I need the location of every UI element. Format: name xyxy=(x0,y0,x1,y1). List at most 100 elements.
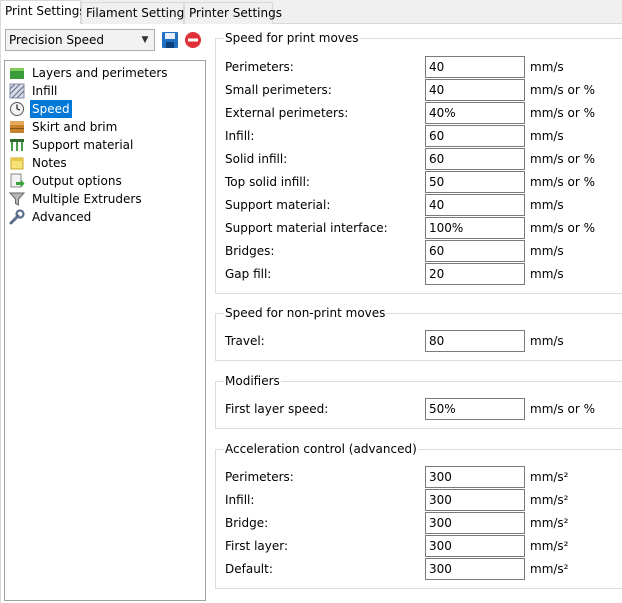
layers-icon xyxy=(10,68,24,79)
unit-label: mm/s² xyxy=(530,539,569,553)
unit-label: mm/s or % xyxy=(530,83,595,97)
speed-icon xyxy=(10,102,24,116)
tab-print-settings[interactable]: Print Settings xyxy=(0,0,86,25)
funnel-icon xyxy=(9,192,25,206)
tab-printer-settings[interactable]: Printer Settings xyxy=(184,2,282,24)
field-label: First layer speed: xyxy=(225,402,329,416)
group-speed-print-moves: Speed for print moves Perimeters: 40 mm/… xyxy=(215,30,622,294)
tree-item-label: Infill xyxy=(32,84,58,98)
field-label: Travel: xyxy=(225,334,265,348)
field-label: Default: xyxy=(225,562,273,576)
row-solid-infill-speed: Solid infill: 60 mm/s or % xyxy=(216,148,622,170)
infill-acceleration-input[interactable]: 300 xyxy=(425,489,525,511)
field-label: Perimeters: xyxy=(225,470,294,484)
field-label: Support material interface: xyxy=(225,221,388,235)
field-label: Bridges: xyxy=(225,244,275,258)
tree-item-label: Speed xyxy=(30,100,72,118)
row-infill-speed: Infill: 60 mm/s xyxy=(216,125,622,147)
field-label: Top solid infill: xyxy=(225,175,310,189)
field-label: Solid infill: xyxy=(225,152,288,166)
unit-label: mm/s or % xyxy=(530,175,595,189)
support-icon xyxy=(10,139,24,151)
tab-label: Printer Settings xyxy=(189,6,282,20)
bridge-acceleration-input[interactable]: 300 xyxy=(425,512,525,534)
unit-label: mm/s xyxy=(530,244,564,258)
unit-label: mm/s xyxy=(530,334,564,348)
support-material-speed-input[interactable]: 40 xyxy=(425,194,525,216)
wrench-icon xyxy=(9,209,25,225)
bridges-speed-input[interactable]: 60 xyxy=(425,240,525,262)
row-first-layer-acceleration: First layer: 300 mm/s² xyxy=(216,535,622,557)
row-first-layer-speed: First layer speed: 50% mm/s or % xyxy=(216,398,622,420)
group-speed-non-print-moves: Speed for non-print moves Travel: 80 mm/… xyxy=(215,305,622,361)
field-label: First layer: xyxy=(225,539,289,553)
unit-label: mm/s or % xyxy=(530,402,595,416)
settings-tab-bar: Print Settings Filament Settings Printer… xyxy=(0,0,622,25)
row-small-perimeters-speed: Small perimeters: 40 mm/s or % xyxy=(216,79,622,101)
row-travel-speed: Travel: 80 mm/s xyxy=(216,330,622,352)
tab-label: Filament Settings xyxy=(86,6,191,20)
infill-icon xyxy=(9,83,25,99)
print-settings-panel: Precision Speed ▼ Layers and perimeters … xyxy=(0,24,622,603)
row-top-solid-infill-speed: Top solid infill: 50 mm/s or % xyxy=(216,171,622,193)
first-layer-speed-input[interactable]: 50% xyxy=(425,398,525,420)
external-perimeters-speed-input[interactable]: 40% xyxy=(425,102,525,124)
group-title: Modifiers xyxy=(224,373,281,389)
small-perimeters-speed-input[interactable]: 40 xyxy=(425,79,525,101)
tree-item-label: Skirt and brim xyxy=(32,120,118,134)
unit-label: mm/s xyxy=(530,198,564,212)
solid-infill-speed-input[interactable]: 60 xyxy=(425,148,525,170)
group-title: Speed for non-print moves xyxy=(224,305,387,321)
row-perimeters-acceleration: Perimeters: 300 mm/s² xyxy=(216,466,622,488)
group-title: Speed for print moves xyxy=(224,30,360,46)
row-bridge-acceleration: Bridge: 300 mm/s² xyxy=(216,512,622,534)
row-default-acceleration: Default: 300 mm/s² xyxy=(216,558,622,580)
unit-label: mm/s xyxy=(530,129,564,143)
default-acceleration-input[interactable]: 300 xyxy=(425,558,525,580)
field-label: Bridge: xyxy=(225,516,269,530)
preset-selected-value: Precision Speed xyxy=(9,33,104,47)
save-preset-button[interactable] xyxy=(159,29,181,51)
notes-icon xyxy=(10,157,24,170)
preset-dropdown[interactable]: Precision Speed ▼ xyxy=(5,29,155,51)
tree-item-label: Advanced xyxy=(32,210,92,224)
save-icon xyxy=(162,32,178,48)
field-label: Gap fill: xyxy=(225,267,272,281)
row-bridges-speed: Bridges: 60 mm/s xyxy=(216,240,622,262)
infill-speed-input[interactable]: 60 xyxy=(425,125,525,147)
field-label: Infill: xyxy=(225,129,255,143)
field-label: Support material: xyxy=(225,198,331,212)
unit-label: mm/s² xyxy=(530,493,569,507)
output-icon xyxy=(10,173,25,188)
delete-icon xyxy=(185,32,201,48)
support-interface-speed-input[interactable]: 100% xyxy=(425,217,525,239)
chevron-down-icon: ▼ xyxy=(141,35,149,45)
tree-item-label: Layers and perimeters xyxy=(32,66,168,80)
unit-label: mm/s or % xyxy=(530,152,595,166)
tree-item-label: Notes xyxy=(32,156,67,170)
row-infill-acceleration: Infill: 300 mm/s² xyxy=(216,489,622,511)
unit-label: mm/s or % xyxy=(530,106,595,120)
unit-label: mm/s² xyxy=(530,470,569,484)
gap-fill-speed-input[interactable]: 20 xyxy=(425,263,525,285)
group-acceleration-control: Acceleration control (advanced) Perimete… xyxy=(215,441,622,589)
perimeters-speed-input[interactable]: 40 xyxy=(425,56,525,78)
first-layer-acceleration-input[interactable]: 300 xyxy=(425,535,525,557)
unit-label: mm/s² xyxy=(530,516,569,530)
unit-label: mm/s xyxy=(530,267,564,281)
group-title: Acceleration control (advanced) xyxy=(224,441,418,457)
row-support-material-speed: Support material: 40 mm/s xyxy=(216,194,622,216)
delete-preset-button[interactable] xyxy=(182,29,204,51)
travel-speed-input[interactable]: 80 xyxy=(425,330,525,352)
row-support-interface-speed: Support material interface: 100% mm/s or… xyxy=(216,217,622,239)
perimeters-acceleration-input[interactable]: 300 xyxy=(425,466,525,488)
field-label: Infill: xyxy=(225,493,255,507)
tree-item-label: Support material xyxy=(32,138,134,152)
unit-label: mm/s² xyxy=(530,562,569,576)
field-label: External perimeters: xyxy=(225,106,349,120)
row-perimeters-speed: Perimeters: 40 mm/s xyxy=(216,56,622,78)
tab-filament-settings[interactable]: Filament Settings xyxy=(81,2,190,24)
tree-item-label: Multiple Extruders xyxy=(32,192,142,206)
top-solid-infill-speed-input[interactable]: 50 xyxy=(425,171,525,193)
tree-item-label: Output options xyxy=(32,174,122,188)
